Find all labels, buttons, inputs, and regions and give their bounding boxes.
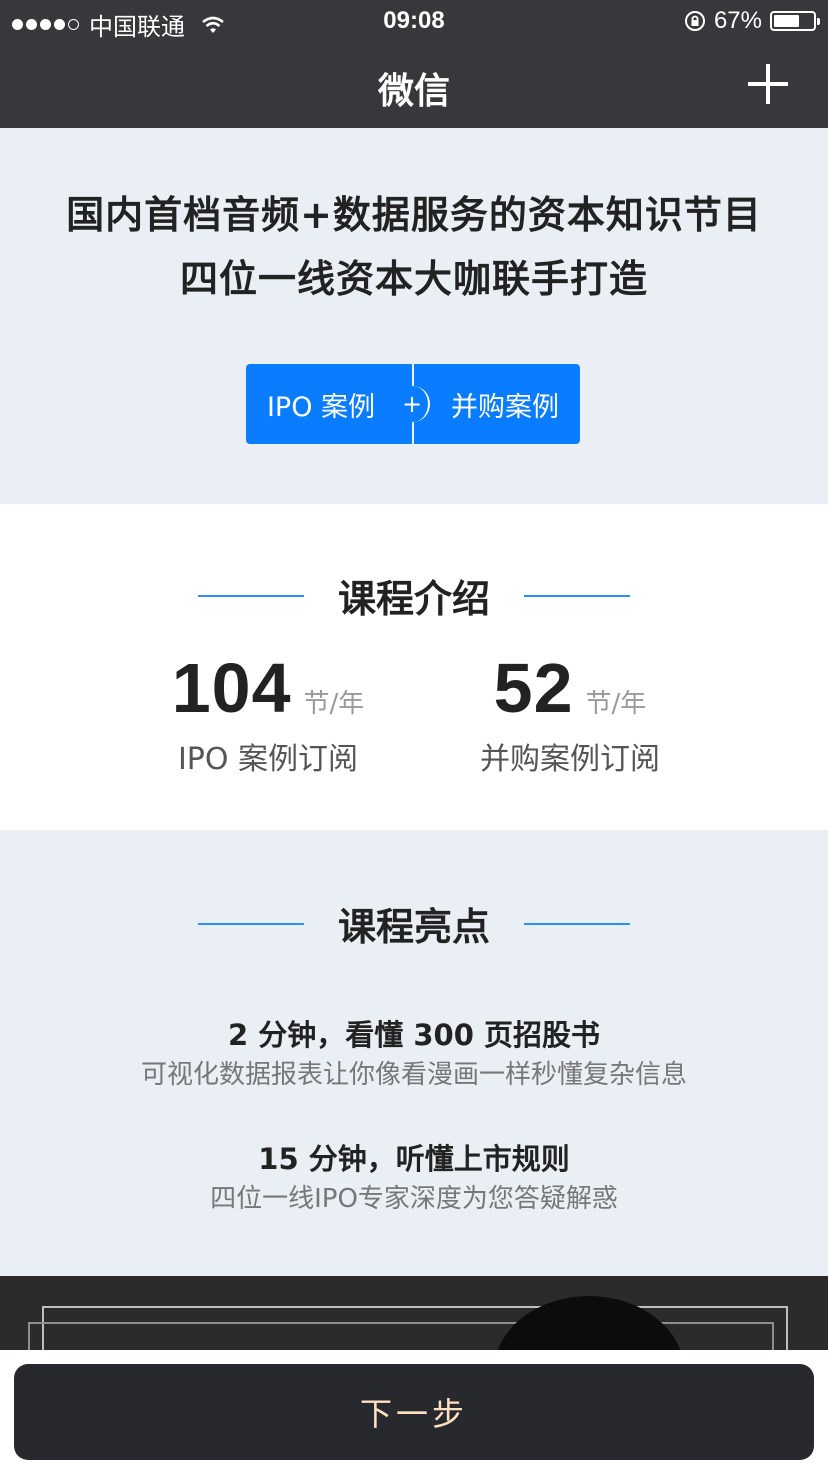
- plus-joint-icon: +: [396, 386, 430, 422]
- expert-portrait: [494, 1296, 684, 1354]
- divider-line: [524, 594, 630, 597]
- case-button-group: IPO 案例 并购案例 +: [246, 364, 580, 444]
- stat-label: 并购案例订阅: [480, 742, 660, 777]
- stat-unit: 节/年: [585, 689, 647, 719]
- course-highlights-section: 课程亮点 2 分钟，看懂 300 页招股书 可视化数据报表让你像看漫画一样秒懂复…: [0, 830, 828, 1276]
- next-step-button[interactable]: 下一步: [14, 1364, 814, 1460]
- hero-section: 国内首档音频+数据服务的资本知识节目 四位一线资本大咖联手打造 IPO 案例 并…: [0, 128, 828, 504]
- course-intro-section: 课程介绍 104 节/年 IPO 案例订阅 52 节/年 并购案例订阅: [0, 504, 828, 830]
- nav-bar: 微信: [0, 40, 828, 128]
- status-bar: 中国联通 09:08 67%: [0, 0, 828, 41]
- stat-ma: 52 节/年 并购案例订阅: [420, 648, 720, 778]
- plus-icon[interactable]: [748, 64, 788, 104]
- highlight-subtitle: 可视化数据报表让你像看漫画一样秒懂复杂信息: [140, 1060, 687, 1090]
- divider-line: [524, 922, 630, 925]
- footer-bar: 下一步: [0, 1350, 828, 1472]
- stat-ipo: 104 节/年 IPO 案例订阅: [118, 648, 418, 778]
- battery-icon: [770, 11, 820, 31]
- highlights-heading-text: 课程亮点: [337, 905, 490, 949]
- stat-label: IPO 案例订阅: [177, 742, 359, 777]
- status-right: 67%: [684, 7, 820, 35]
- hero-headline: 国内首档音频+数据服务的资本知识节目: [66, 193, 762, 237]
- highlight-title: 2 分钟，看懂 300 页招股书: [227, 1018, 600, 1052]
- highlight-subtitle: 四位一线IPO专家深度为您答疑解惑: [210, 1184, 618, 1214]
- nav-title: 微信: [377, 71, 450, 112]
- stat-number: 104: [171, 649, 292, 727]
- highlight-title: 15 分钟，听懂上市规则: [258, 1142, 570, 1176]
- intro-heading-text: 课程介绍: [337, 577, 490, 621]
- battery-percent: 67%: [713, 7, 762, 34]
- battery-fill: [774, 15, 800, 27]
- hero-subheadline: 四位一线资本大咖联手打造: [179, 257, 648, 301]
- divider-line: [197, 594, 304, 597]
- divider-line: [197, 922, 304, 925]
- ma-case-button[interactable]: 并购案例: [414, 364, 580, 444]
- highlights-heading: 课程亮点: [0, 896, 828, 951]
- ipo-case-button[interactable]: IPO 案例: [246, 364, 412, 444]
- expert-photo-banner: [0, 1276, 828, 1354]
- intro-heading: 课程介绍: [0, 568, 828, 623]
- orientation-lock-icon: [684, 11, 705, 31]
- stat-unit: 节/年: [303, 689, 365, 719]
- stat-number: 52: [493, 649, 574, 727]
